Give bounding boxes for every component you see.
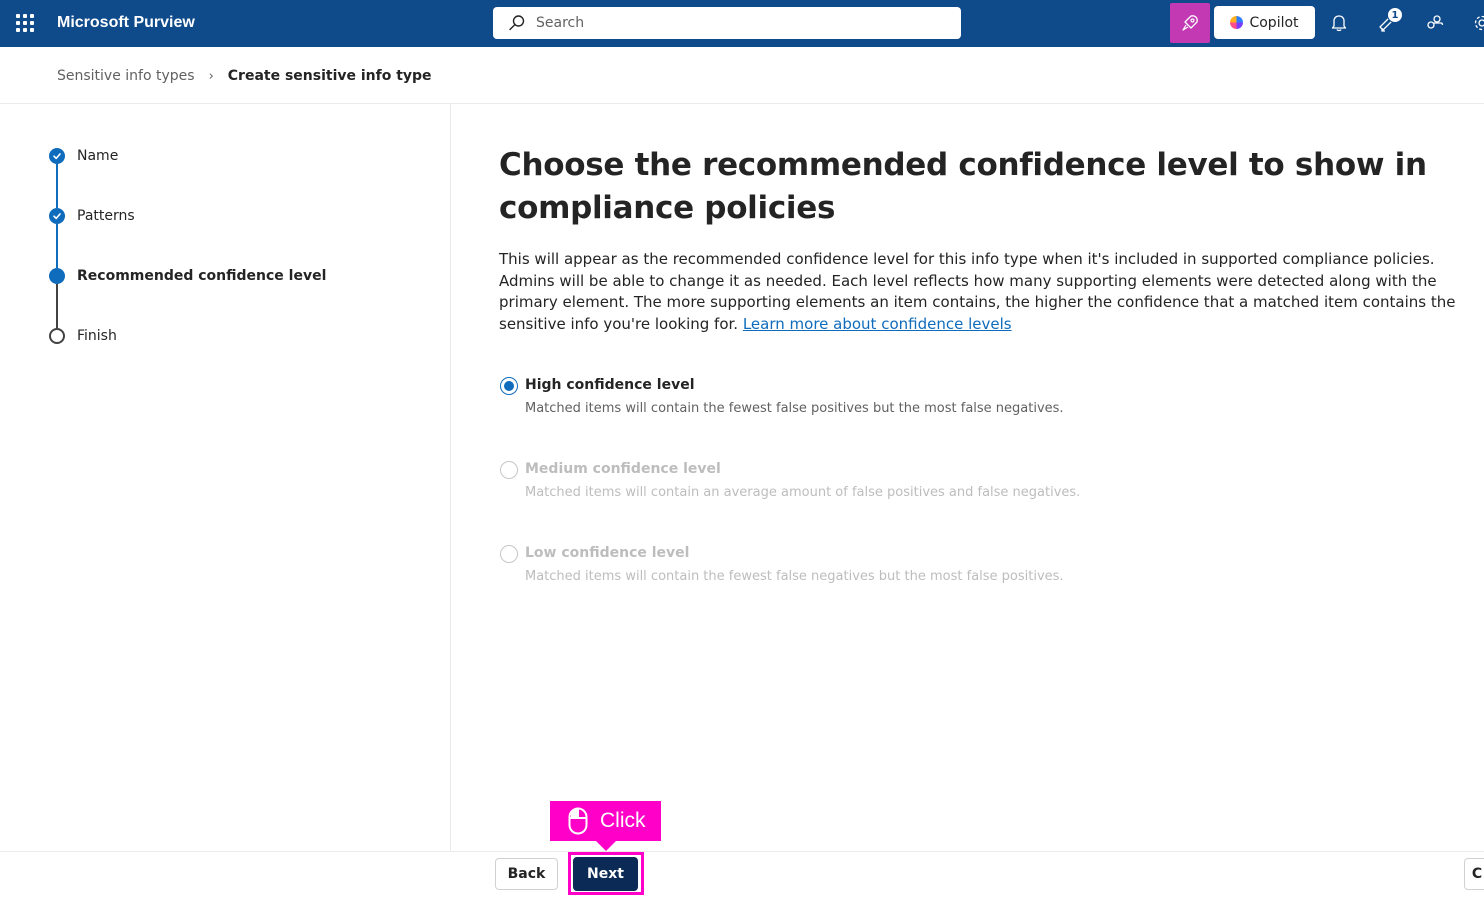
step-name[interactable]: Name: [77, 148, 118, 164]
medium-confidence-description: Matched items will contain an average am…: [525, 485, 1081, 500]
medium-confidence-label: Medium confidence level: [525, 461, 721, 477]
checkmark-icon: [53, 213, 61, 220]
community-button[interactable]: [1424, 12, 1446, 34]
cancel-button[interactable]: C: [1464, 858, 1484, 890]
copilot-icon: [1230, 16, 1244, 29]
step-pending-icon: [49, 328, 65, 344]
rocket-icon: [1182, 15, 1198, 31]
search-icon: [509, 15, 525, 31]
next-button[interactable]: Next: [573, 857, 638, 891]
step-connector: [56, 164, 58, 208]
low-confidence-label: Low confidence level: [525, 545, 690, 561]
callout-text: Click: [600, 809, 646, 832]
page-description: This will appear as the recommended conf…: [499, 249, 1484, 335]
copilot-label: Copilot: [1249, 14, 1299, 31]
back-button[interactable]: Back: [495, 858, 558, 890]
notifications-button[interactable]: [1328, 12, 1350, 34]
people-icon: [1427, 15, 1444, 29]
bell-icon: [1331, 15, 1347, 32]
footer-divider: [0, 851, 1484, 852]
low-confidence-radio: [500, 545, 518, 563]
step-completed-icon: [49, 148, 65, 164]
high-confidence-description: Matched items will contain the fewest fa…: [525, 401, 1064, 416]
mouse-icon: [568, 807, 588, 835]
page-title: Choose the recommended confidence level …: [499, 147, 1427, 226]
click-callout: Click: [550, 801, 661, 841]
copilot-button[interactable]: Copilot: [1214, 6, 1315, 39]
app-launcher-icon[interactable]: [16, 14, 34, 32]
step-finish: Finish: [77, 328, 117, 344]
gear-icon: [1474, 15, 1484, 31]
search-input[interactable]: [536, 7, 936, 39]
step-connector: [56, 284, 58, 328]
rocket-button[interactable]: [1170, 3, 1210, 43]
search-box[interactable]: [493, 7, 961, 39]
step-connector: [56, 224, 58, 268]
settings-button[interactable]: [1471, 12, 1484, 34]
top-bar: Microsoft Purview Copilot 1: [0, 0, 1484, 47]
panel-divider: [450, 104, 451, 851]
high-confidence-label[interactable]: High confidence level: [525, 377, 695, 393]
low-confidence-description: Matched items will contain the fewest fa…: [525, 569, 1064, 584]
step-completed-icon: [49, 208, 65, 224]
breadcrumb: Sensitive info types › Create sensitive …: [57, 66, 432, 86]
app-title[interactable]: Microsoft Purview: [57, 14, 195, 32]
cancel-label: C: [1471, 866, 1483, 882]
step-recommended-confidence-level[interactable]: Recommended confidence level: [77, 268, 326, 284]
high-confidence-radio[interactable]: [500, 377, 518, 395]
header-divider: [0, 103, 1484, 104]
step-patterns[interactable]: Patterns: [77, 208, 135, 224]
notification-badge: 1: [1387, 7, 1403, 23]
chevron-right-icon: ›: [208, 68, 214, 84]
callout-pointer: [596, 841, 616, 851]
checkmark-icon: [53, 153, 61, 160]
breadcrumb-current: Create sensitive info type: [227, 68, 432, 84]
step-current-icon: [49, 268, 65, 284]
breadcrumb-link-sensitive-info-types[interactable]: Sensitive info types: [57, 68, 195, 84]
medium-confidence-radio: [500, 461, 518, 479]
learn-more-link[interactable]: Learn more about confidence levels: [743, 315, 1012, 333]
